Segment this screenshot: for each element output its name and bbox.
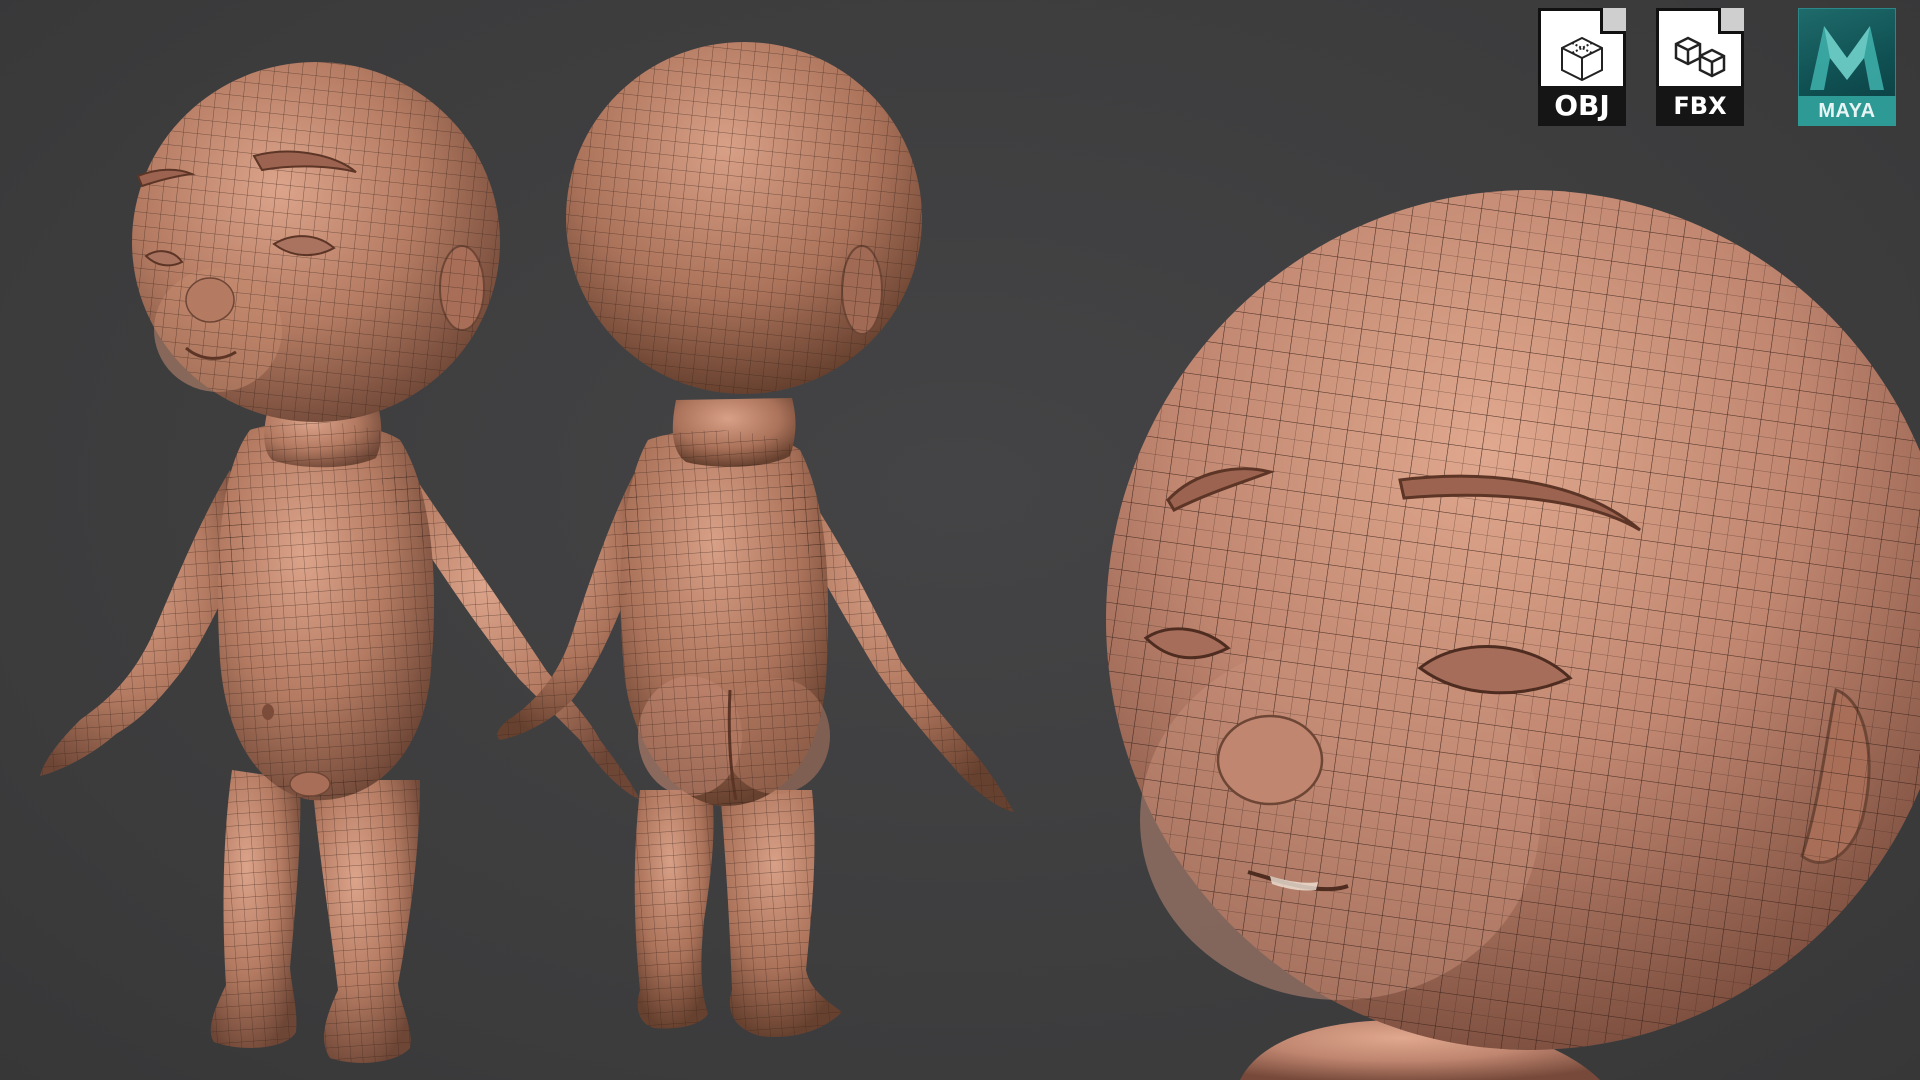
export-format-badges: OBJ FBX MAYA <box>1538 8 1908 128</box>
back-view-model <box>497 42 1014 1037</box>
head-close-up-model <box>1106 190 1920 1080</box>
fbx-format-label: FBX <box>1656 86 1744 126</box>
obj-format-label: OBJ <box>1538 86 1626 126</box>
front-view-model <box>40 62 640 1063</box>
obj-format-badge: OBJ <box>1538 8 1626 126</box>
maya-logo-icon <box>1810 26 1884 90</box>
wireframe-cube-icon <box>1561 36 1603 82</box>
stacked-cubes-icon <box>1674 36 1726 78</box>
maya-format-label: MAYA <box>1798 96 1896 126</box>
model-renders <box>40 42 1920 1080</box>
fbx-format-badge: FBX <box>1656 8 1744 126</box>
maya-format-badge: MAYA <box>1798 8 1896 126</box>
